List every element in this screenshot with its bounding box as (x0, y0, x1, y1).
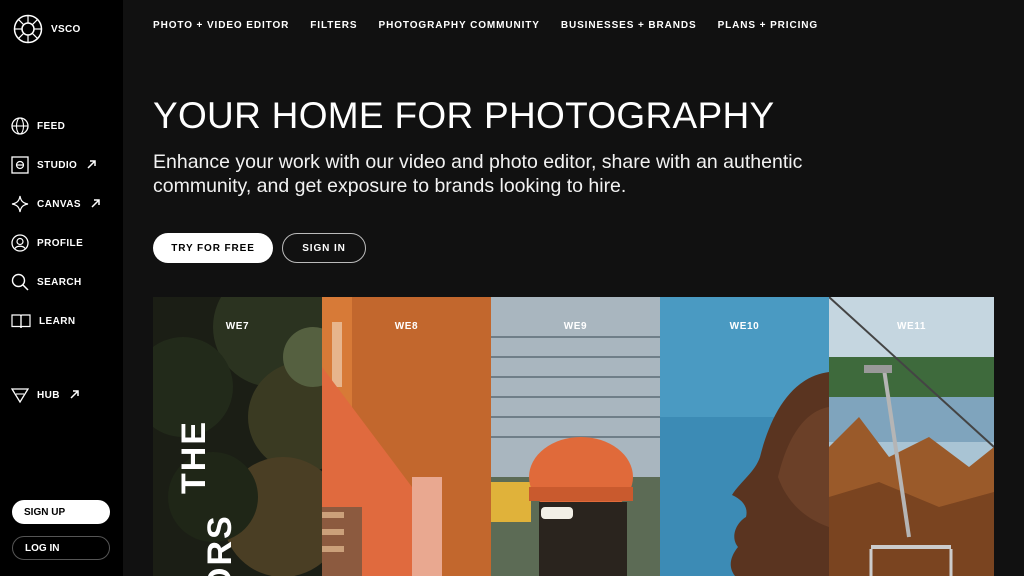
gallery-panel-we9[interactable]: WE9 (491, 297, 660, 576)
gallery-panel-we8[interactable]: WE8 (322, 297, 491, 576)
studio-icon (11, 156, 29, 174)
sign-in-button[interactable]: SIGN IN (282, 233, 366, 263)
panel-label: WE9 (563, 321, 588, 332)
sidebar-item-learn[interactable]: LEARN (11, 312, 75, 330)
nav-link-community[interactable]: PHOTOGRAPHY COMMUNITY (379, 20, 540, 31)
external-link-icon (91, 195, 100, 213)
sidebar-item-label: CANVAS (37, 198, 81, 210)
profile-icon (11, 234, 29, 252)
nav-link-filters[interactable]: FILTERS (310, 20, 357, 31)
sidebar-item-label: STUDIO (37, 159, 78, 171)
sidebar-item-label: HUB (37, 389, 60, 401)
panel-label: WE10 (729, 321, 760, 332)
hero-subhead: Enhance your work with our video and pho… (153, 151, 803, 197)
vsco-logo-icon (13, 14, 43, 44)
gallery-panel-we7[interactable]: WE7 THE ORS (153, 297, 322, 576)
try-for-free-button[interactable]: TRY FOR FREE (153, 233, 273, 263)
sidebar-item-studio[interactable]: STUDIO (11, 156, 96, 174)
sidebar-login-button[interactable]: LOG IN (12, 536, 110, 560)
ski-lift-photo (829, 297, 994, 576)
external-link-icon (87, 156, 96, 174)
top-nav: PHOTO + VIDEO EDITOR FILTERS PHOTOGRAPHY… (153, 20, 818, 31)
panel-label: WE8 (394, 321, 419, 332)
nav-link-businesses[interactable]: BUSINESSES + BRANDS (561, 20, 697, 31)
portrait-photo (660, 297, 829, 576)
main-content: PHOTO + VIDEO EDITOR FILTERS PHOTOGRAPHY… (123, 0, 1024, 576)
sidebar-item-feed[interactable]: FEED (11, 117, 65, 135)
globe-icon (11, 117, 29, 135)
search-icon (11, 273, 29, 291)
sidebar-item-label: FEED (37, 120, 66, 132)
hard-hat-worker-photo (491, 297, 660, 576)
panel-label: WE7 (225, 321, 250, 332)
page-title: YOUR HOME FOR PHOTOGRAPHY (153, 95, 775, 136)
book-icon (11, 312, 31, 330)
sidebar: VSCO FEED STUDIO CANVAS PROFILE SEARCH L… (0, 0, 123, 576)
external-link-icon (70, 386, 79, 404)
orange-building-photo (322, 297, 491, 576)
triangle-icon (11, 386, 29, 404)
photo-gallery: WE7 THE ORS WE8 WE9 WE10 WE11 (153, 297, 994, 576)
overlay-text-ors: ORS (201, 514, 239, 576)
gallery-panel-we10[interactable]: WE10 (660, 297, 829, 576)
vsco-logo[interactable]: VSCO (13, 14, 81, 44)
sidebar-item-hub[interactable]: HUB (11, 386, 79, 404)
brand-name: VSCO (51, 23, 81, 35)
sidebar-item-canvas[interactable]: CANVAS (11, 195, 100, 213)
sidebar-signup-button[interactable]: SIGN UP (12, 500, 110, 524)
gallery-panel-we11[interactable]: WE11 (829, 297, 994, 576)
nav-link-pricing[interactable]: PLANS + PRICING (718, 20, 818, 31)
panel-label: WE11 (896, 321, 927, 332)
sidebar-item-search[interactable]: SEARCH (11, 273, 82, 291)
sidebar-item-label: LEARN (39, 315, 76, 327)
sparkle-icon (11, 195, 29, 213)
sidebar-item-label: PROFILE (37, 237, 84, 249)
overlay-text-the: THE (175, 420, 213, 494)
sidebar-item-label: SEARCH (37, 276, 82, 288)
nav-link-editor[interactable]: PHOTO + VIDEO EDITOR (153, 20, 289, 31)
sidebar-item-profile[interactable]: PROFILE (11, 234, 83, 252)
